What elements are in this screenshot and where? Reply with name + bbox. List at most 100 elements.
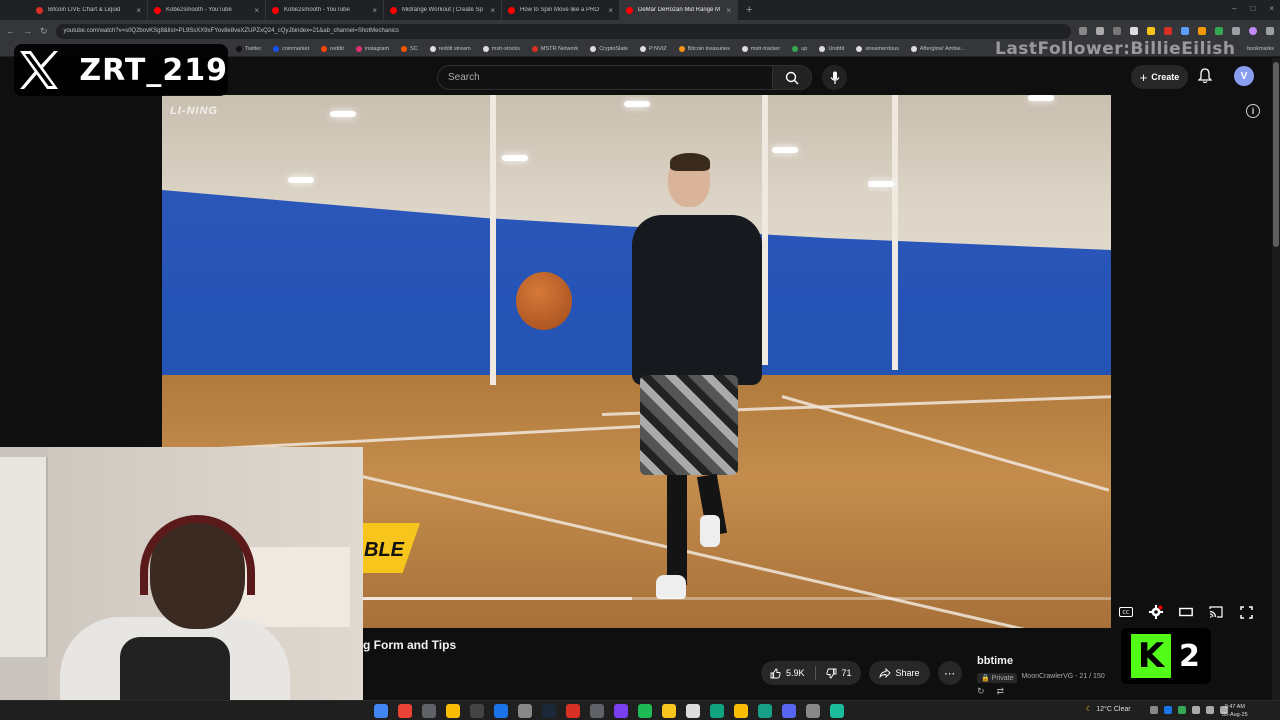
taskbar-app-icon[interactable]: [638, 704, 652, 718]
forward-icon[interactable]: →: [23, 26, 32, 36]
dislike-count[interactable]: 71: [842, 668, 852, 678]
volume-icon[interactable]: [1206, 706, 1214, 714]
bookmark-item[interactable]: MSTR Network: [531, 46, 578, 52]
browser-tab[interactable]: Midrange Workout | Create Sp ×: [384, 0, 502, 20]
cast-button[interactable]: [1208, 604, 1224, 620]
tray-icon[interactable]: [1150, 706, 1158, 714]
bookmark-item[interactable]: Afterglow' Ambie...: [910, 46, 965, 52]
bookmark-item[interactable]: reddit: [321, 46, 344, 52]
taskbar-app-icon[interactable]: [398, 704, 412, 718]
wifi-icon[interactable]: [1192, 706, 1200, 714]
bookmark-item[interactable]: SC: [401, 46, 418, 52]
tray-icon[interactable]: [1164, 706, 1172, 714]
close-tab-icon[interactable]: ×: [254, 6, 259, 15]
bookmark-star-icon[interactable]: [1130, 27, 1138, 35]
share-button[interactable]: Share: [868, 661, 930, 685]
bookmark-item[interactable]: reddit stream: [429, 46, 471, 52]
settings-button[interactable]: [1148, 604, 1164, 620]
share-page-icon[interactable]: [1113, 27, 1121, 35]
browser-tab[interactable]: Kobe2smooth - YouTube ×: [148, 0, 266, 20]
zoom-icon[interactable]: [1096, 27, 1104, 35]
loop-icon[interactable]: ↻: [977, 686, 985, 697]
taskbar-app-icon[interactable]: [758, 704, 772, 718]
extension-icon[interactable]: [1215, 27, 1223, 35]
extension-icon[interactable]: [1198, 27, 1206, 35]
taskbar-app-icon[interactable]: [494, 704, 508, 718]
shuffle-icon[interactable]: ⇄: [997, 686, 1005, 697]
taskbar-app-icon[interactable]: [518, 704, 532, 718]
extension-icon[interactable]: [1147, 27, 1155, 35]
bookmark-item[interactable]: streamerdous: [856, 46, 899, 52]
taskbar-app-icon[interactable]: [710, 704, 724, 718]
taskbar-app-icon[interactable]: [422, 704, 436, 718]
bookmark-item[interactable]: mstr-stocks: [482, 46, 520, 52]
scrollbar-thumb[interactable]: [1273, 62, 1279, 247]
thumbs-up-icon[interactable]: [770, 668, 781, 679]
playlist-owner-position[interactable]: MoonCrawlerVG - 21 / 150: [1021, 673, 1104, 683]
close-tab-icon[interactable]: ×: [726, 6, 731, 15]
tray-icon[interactable]: [1178, 706, 1186, 714]
page-scrollbar[interactable]: [1272, 58, 1280, 700]
close-tab-icon[interactable]: ×: [136, 6, 141, 15]
weather-widget[interactable]: ☾ 12°C Clear: [1086, 705, 1131, 714]
browser-tab[interactable]: Bitcoin LIVE Chart & Liquid ×: [30, 0, 148, 20]
extension-icon[interactable]: [1079, 27, 1087, 35]
bookmark-item[interactable]: Twitter: [236, 46, 261, 52]
close-tab-icon[interactable]: ×: [372, 6, 377, 15]
extension-icon[interactable]: [1164, 27, 1172, 35]
bookmark-item[interactable]: P:NVIZ: [639, 46, 667, 52]
taskbar-app-icon[interactable]: [806, 704, 820, 718]
clock[interactable]: 9:47 AM 05-Aug-25: [1222, 703, 1248, 719]
thumbs-down-icon[interactable]: [825, 668, 837, 679]
close-window-icon[interactable]: ×: [1269, 4, 1274, 13]
maximize-icon[interactable]: □: [1250, 4, 1255, 13]
taskbar-app-icon[interactable]: [662, 704, 676, 718]
close-tab-icon[interactable]: ×: [608, 6, 613, 15]
menu-icon[interactable]: [1266, 27, 1274, 35]
bookmark-item[interactable]: Bitcoin treasuries: [678, 46, 730, 52]
taskbar-app-icon[interactable]: [734, 704, 748, 718]
notifications-button[interactable]: [1197, 68, 1213, 89]
bookmark-item[interactable]: Unddit: [819, 46, 844, 52]
taskbar-app-icon[interactable]: [686, 704, 700, 718]
playlist-title[interactable]: bbtime: [977, 655, 1013, 667]
taskbar-app-icon[interactable]: [590, 704, 604, 718]
taskbar-app-icon[interactable]: [566, 704, 580, 718]
taskbar-app-icon[interactable]: [830, 704, 844, 718]
profile-icon[interactable]: [1249, 27, 1257, 35]
captions-button[interactable]: CC: [1118, 604, 1134, 620]
browser-tab[interactable]: How to Spin Move like a PRO ×: [502, 0, 620, 20]
taskbar-app-icon[interactable]: [470, 704, 484, 718]
taskbar-app-icon[interactable]: [614, 704, 628, 718]
more-actions-button[interactable]: ⋯: [937, 661, 962, 685]
like-count[interactable]: 5.9K: [786, 668, 805, 678]
extension-icon[interactable]: [1181, 27, 1189, 35]
bookmark-item[interactable]: CryptoSlate: [590, 46, 628, 52]
reload-icon[interactable]: ↻: [40, 26, 48, 37]
theater-mode-button[interactable]: [1178, 604, 1194, 620]
new-tab-button[interactable]: +: [738, 4, 760, 16]
all-bookmarks-button[interactable]: bookmarks: [1247, 46, 1274, 52]
search-button[interactable]: [772, 65, 812, 90]
bookmark-item[interactable]: coinmarket: [273, 46, 309, 52]
taskbar-app-icon[interactable]: [782, 704, 796, 718]
bookmark-item[interactable]: mstr-tracker: [741, 46, 780, 52]
browser-tab[interactable]: Kobe2smooth - YouTube ×: [266, 0, 384, 20]
info-icon[interactable]: i: [1246, 104, 1260, 118]
search-input[interactable]: Search: [437, 65, 773, 90]
taskbar-app-icon[interactable]: [374, 704, 388, 718]
back-icon[interactable]: ←: [6, 26, 15, 36]
address-bar[interactable]: youtube.com/watch?v=s0Q2bovKSg8&list=PL9…: [55, 23, 1071, 39]
bookmark-item[interactable]: instagram: [355, 46, 389, 52]
taskbar-app-icon[interactable]: [446, 704, 460, 718]
avatar[interactable]: V: [1234, 66, 1254, 86]
video-progress-bar[interactable]: [362, 597, 1111, 600]
bookmark-item[interactable]: up: [792, 46, 807, 52]
voice-search-button[interactable]: [822, 65, 847, 90]
browser-tab[interactable]: DeMar DeRozan Mid Range M ×: [620, 0, 738, 20]
create-button[interactable]: + Create: [1131, 65, 1188, 89]
puzzle-icon[interactable]: [1232, 27, 1240, 35]
close-tab-icon[interactable]: ×: [490, 6, 495, 15]
taskbar-app-icon[interactable]: [542, 704, 556, 718]
minimize-icon[interactable]: –: [1232, 4, 1236, 13]
